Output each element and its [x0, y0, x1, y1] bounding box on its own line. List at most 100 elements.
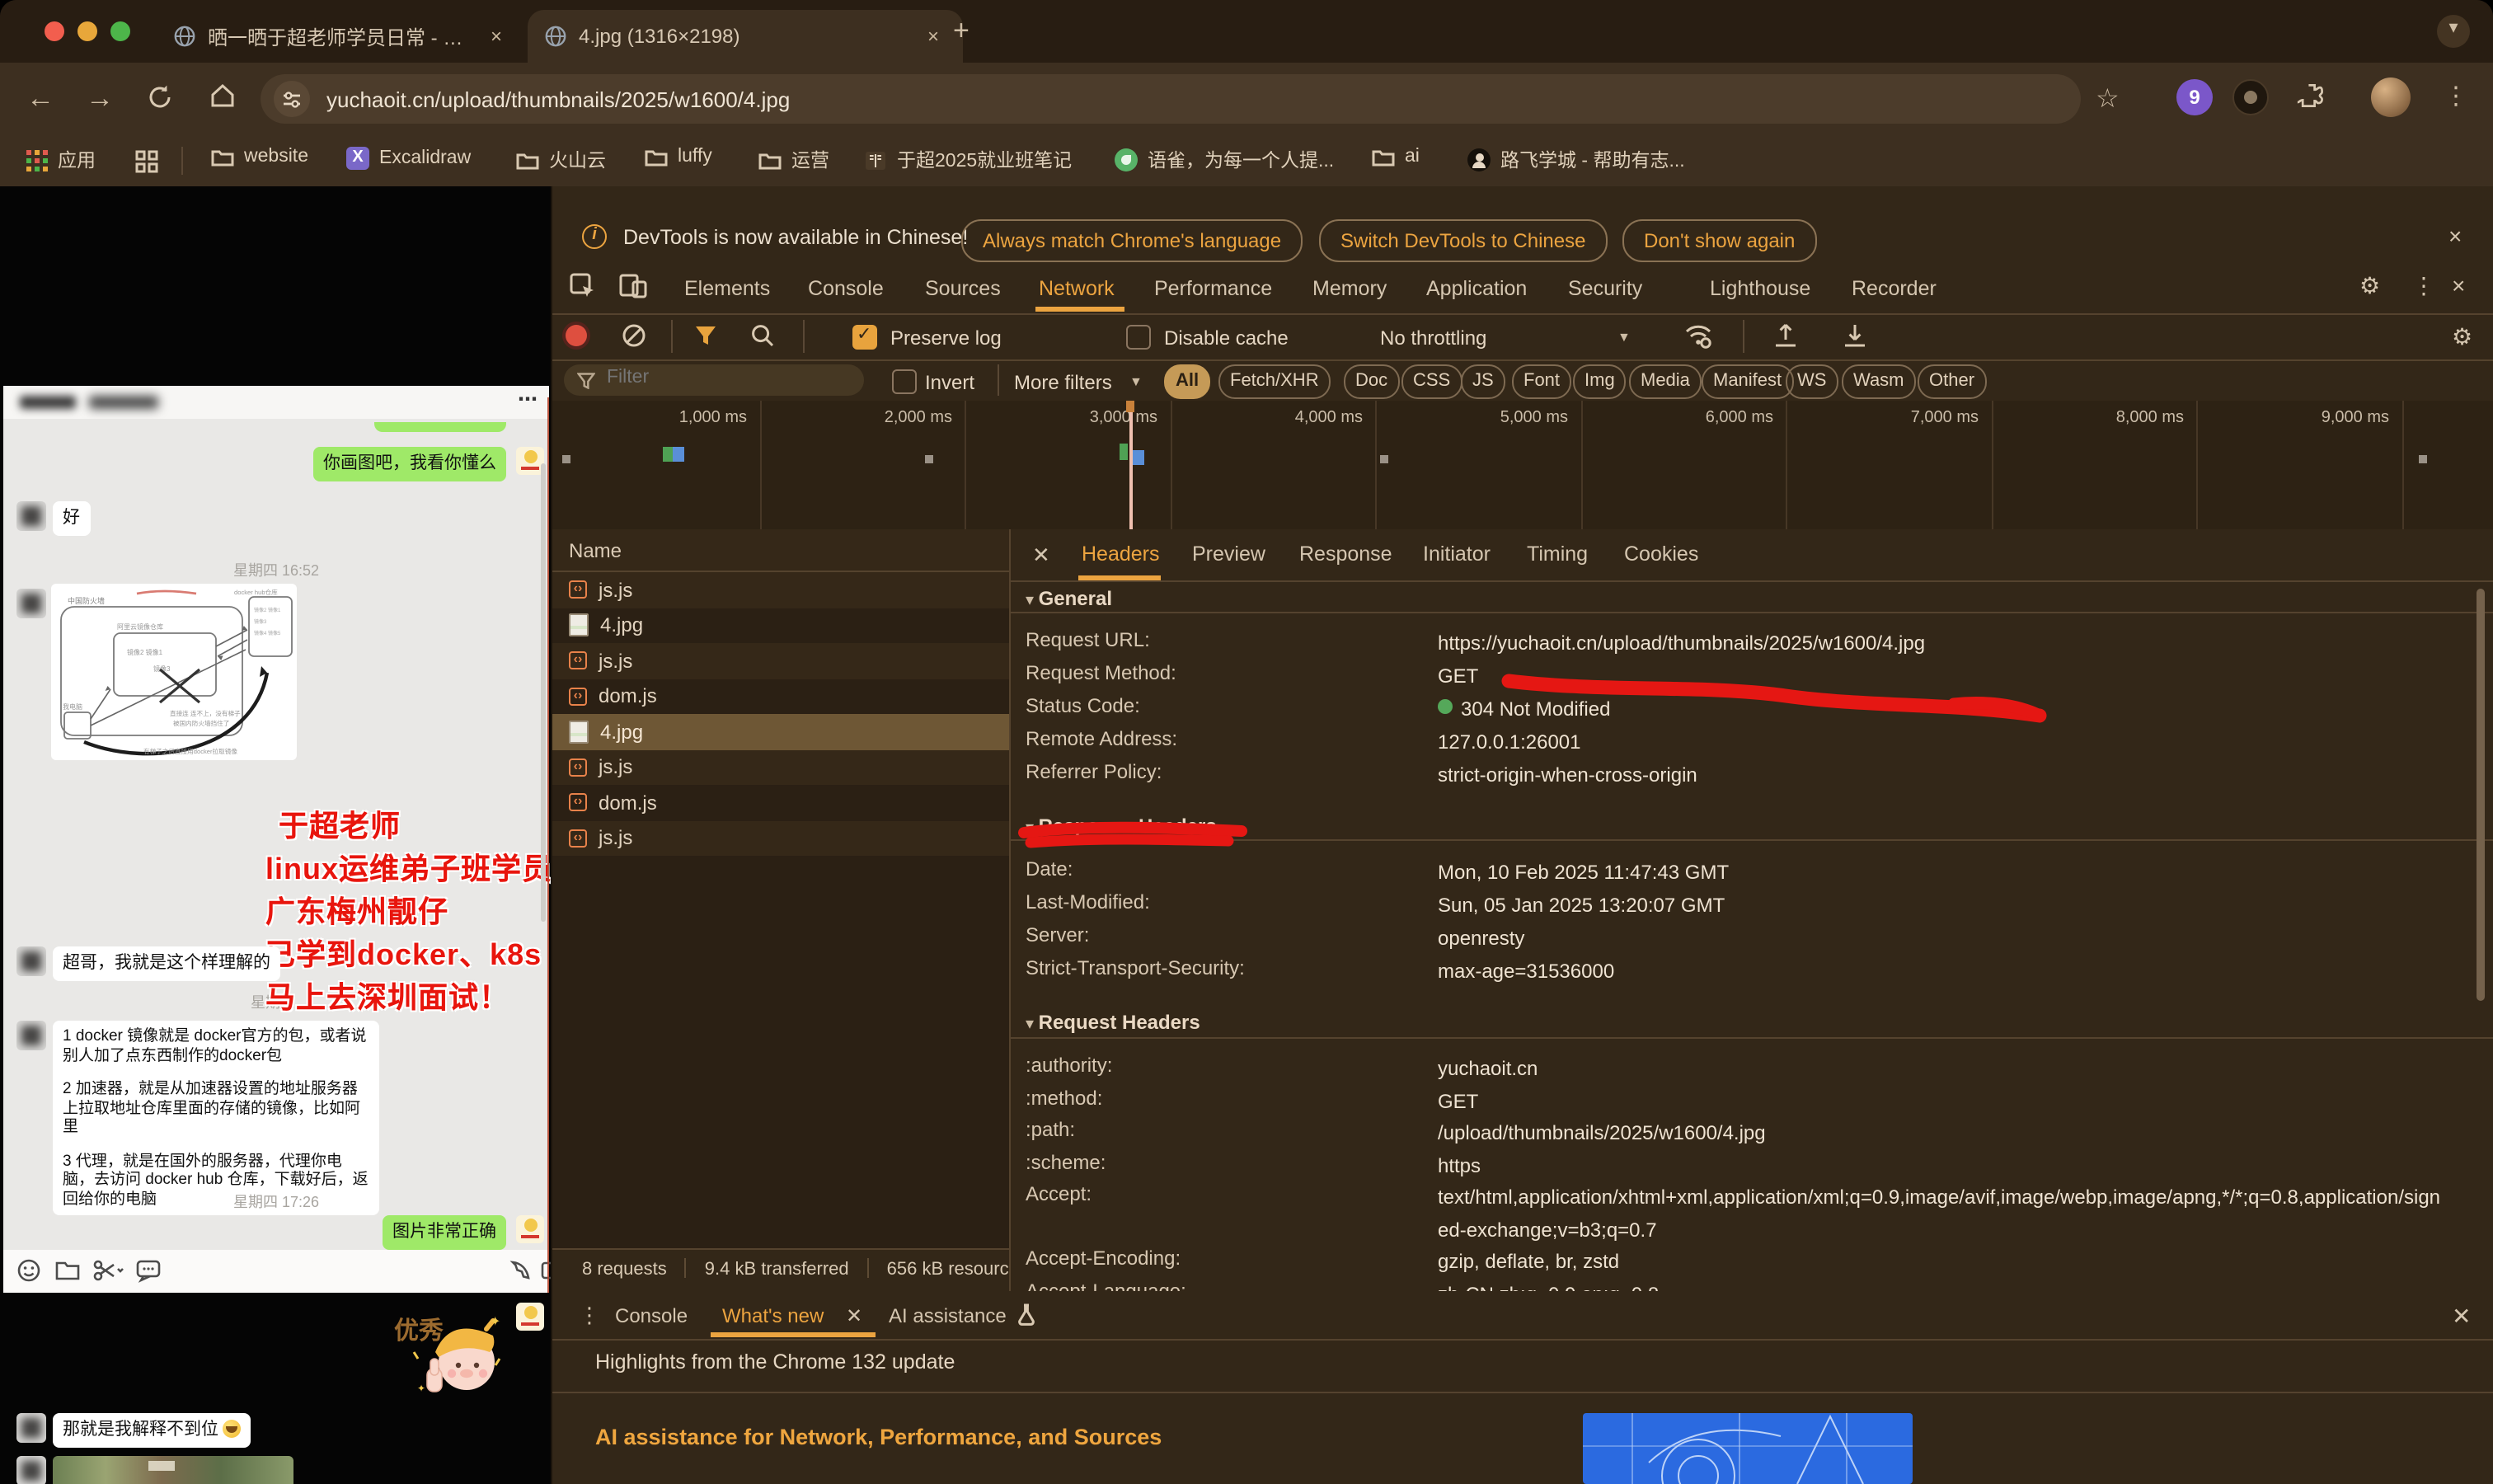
url-bar[interactable]: yuchaoit.cn/upload/thumbnails/2025/w1600… [261, 74, 2081, 124]
bookmark-star-icon[interactable]: ☆ [2096, 82, 2120, 115]
detail-tab-timing[interactable]: Timing [1527, 542, 1588, 566]
request-row[interactable]: ‹›js.js [552, 820, 1009, 856]
bookmark-luffy[interactable]: luffy [645, 147, 712, 167]
devtools-settings-gear-icon[interactable]: ⚙ [2359, 272, 2380, 300]
detail-tab-response[interactable]: Response [1299, 542, 1392, 566]
request-row[interactable]: ‹›js.js [552, 572, 1009, 608]
forward-icon[interactable]: → [86, 82, 114, 115]
request-row[interactable]: ‹›js.js [552, 749, 1009, 785]
request-row[interactable]: ‹›js.js [552, 643, 1009, 679]
network-overview-timeline[interactable]: 1,000 ms 2,000 ms 3,000 ms 4,000 ms 5,00… [552, 401, 2493, 529]
back-icon[interactable]: ← [26, 82, 54, 115]
filter-chip-css[interactable]: CSS [1401, 364, 1462, 399]
detail-tab-initiator[interactable]: Initiator [1423, 542, 1491, 566]
home-icon[interactable] [208, 81, 237, 110]
tab-memory[interactable]: Memory [1312, 277, 1387, 300]
bookmark-notes[interactable]: 于超2025就业班笔记 [864, 147, 1072, 173]
disable-cache-checkbox[interactable] [1126, 325, 1151, 350]
tab-console[interactable]: Console [808, 277, 884, 300]
general-section-header[interactable]: General [1026, 587, 1112, 610]
browser-tab-2-active[interactable]: 4.jpg (1316×2198) × [528, 10, 963, 63]
drawer-kebab-icon[interactable]: ⋮ [579, 1303, 600, 1329]
extension-badge-icon[interactable]: 9 [2176, 79, 2213, 115]
match-language-button[interactable]: Always match Chrome's language [961, 219, 1303, 262]
response-headers-section-header[interactable]: Response Headers [1026, 815, 1217, 838]
bookmark-huoshanyun[interactable]: 火山云 [516, 147, 606, 173]
bookmark-website[interactable]: website [211, 147, 308, 167]
request-headers-section-header[interactable]: Request Headers [1026, 1011, 1200, 1034]
drawer-tab-ai-assistance[interactable]: AI assistance [889, 1304, 1007, 1327]
bookmark-luffycity[interactable]: 路飞学城 - 帮助有志... [1467, 147, 1685, 173]
search-icon[interactable] [750, 323, 775, 348]
tab-elements[interactable]: Elements [684, 277, 770, 300]
drawer-close-icon[interactable]: ✕ [2452, 1303, 2471, 1331]
bookmark-apps[interactable]: 应用 [26, 147, 96, 173]
new-tab-button[interactable]: + [953, 15, 970, 48]
tab-recorder[interactable]: Recorder [1852, 277, 1937, 300]
dashboard-grid-icon[interactable] [135, 150, 158, 173]
maximize-traffic-light[interactable] [110, 21, 130, 41]
detail-scrollbar-thumb[interactable] [2477, 589, 2485, 1001]
bookmark-ai[interactable]: ai [1372, 147, 1420, 167]
tab-application[interactable]: Application [1426, 277, 1527, 300]
browser-tab-1[interactable]: 晒一晒于超老师学员日常 - 自动... × [157, 10, 539, 63]
inspect-element-icon[interactable] [569, 272, 597, 300]
filter-chip-doc[interactable]: Doc [1344, 364, 1399, 399]
tab-network-active[interactable]: Network [1039, 277, 1115, 300]
tab-search-button[interactable]: ▾ [2437, 15, 2470, 48]
whats-new-article-title[interactable]: AI assistance for Network, Performance, … [595, 1425, 1162, 1449]
filter-chip-media[interactable]: Media [1629, 364, 1702, 399]
detail-close-icon[interactable]: ✕ [1032, 542, 1050, 569]
filter-chip-fetch-xhr[interactable]: Fetch/XHR [1218, 364, 1331, 399]
device-toolbar-icon[interactable] [618, 272, 648, 300]
dropdown-caret-icon[interactable]: ▼ [1617, 330, 1631, 345]
bookmark-yunying[interactable]: 运营 [758, 147, 829, 173]
browser-menu-kebab-icon[interactable]: ⋮ [2444, 81, 2468, 110]
throttling-dropdown[interactable]: No throttling [1380, 326, 1486, 350]
bookmark-yuque[interactable]: 语雀，为每一个人提... [1115, 147, 1334, 173]
network-conditions-icon[interactable] [1683, 322, 1713, 350]
tab-sources[interactable]: Sources [925, 277, 1001, 300]
tab-lighthouse[interactable]: Lighthouse [1710, 277, 1810, 300]
tab-close-icon[interactable]: × [483, 25, 509, 48]
more-filters-dropdown[interactable]: More filters [1014, 371, 1112, 394]
tab-performance[interactable]: Performance [1154, 277, 1272, 300]
devtools-kebab-icon[interactable]: ⋮ [2412, 272, 2435, 300]
import-har-icon[interactable] [1772, 322, 1799, 350]
export-har-icon[interactable] [1842, 322, 1868, 350]
clear-icon[interactable] [622, 323, 646, 348]
invert-checkbox[interactable] [892, 369, 917, 394]
extensions-puzzle-icon[interactable] [2295, 81, 2328, 114]
filter-funnel-icon[interactable] [694, 325, 717, 346]
filter-chip-js[interactable]: JS [1461, 364, 1505, 399]
whats-new-article-image[interactable] [1583, 1413, 1913, 1484]
filter-input-pill[interactable] [564, 364, 864, 396]
filter-chip-manifest[interactable]: Manifest [1702, 364, 1793, 399]
name-column-header[interactable]: Name [569, 539, 622, 562]
filter-chip-img[interactable]: Img [1573, 364, 1627, 399]
reload-icon[interactable] [145, 82, 175, 112]
dont-show-again-button[interactable]: Don't show again [1622, 219, 1816, 262]
record-button[interactable] [566, 325, 587, 346]
filter-input[interactable] [603, 366, 857, 389]
detail-tab-preview[interactable]: Preview [1192, 542, 1265, 566]
filter-chip-other[interactable]: Other [1918, 364, 1986, 399]
bookmark-excalidraw[interactable]: XExcalidraw [346, 147, 471, 170]
preserve-log-checkbox[interactable] [852, 325, 877, 350]
profile-avatar[interactable] [2371, 77, 2411, 117]
drawer-tab-console[interactable]: Console [615, 1304, 688, 1327]
table-header-row[interactable]: Name [552, 529, 1009, 572]
detail-tab-cookies[interactable]: Cookies [1624, 542, 1698, 566]
request-row[interactable]: ‹›dom.js [552, 785, 1009, 820]
detail-tab-headers-active[interactable]: Headers [1082, 542, 1160, 566]
drawer-tab-whats-new-active[interactable]: What's new [722, 1304, 824, 1327]
filter-chip-all[interactable]: All [1164, 364, 1210, 399]
devtools-close-icon[interactable]: × [2452, 272, 2465, 298]
tab-security[interactable]: Security [1568, 277, 1642, 300]
switch-chinese-button[interactable]: Switch DevTools to Chinese [1319, 219, 1607, 262]
network-settings-gear-icon[interactable]: ⚙ [2452, 323, 2472, 351]
filter-chip-ws[interactable]: WS [1786, 364, 1838, 399]
notice-close-icon[interactable]: × [2448, 223, 2462, 249]
request-row[interactable]: ‹›dom.js [552, 679, 1009, 714]
filter-chip-wasm[interactable]: Wasm [1842, 364, 1916, 399]
